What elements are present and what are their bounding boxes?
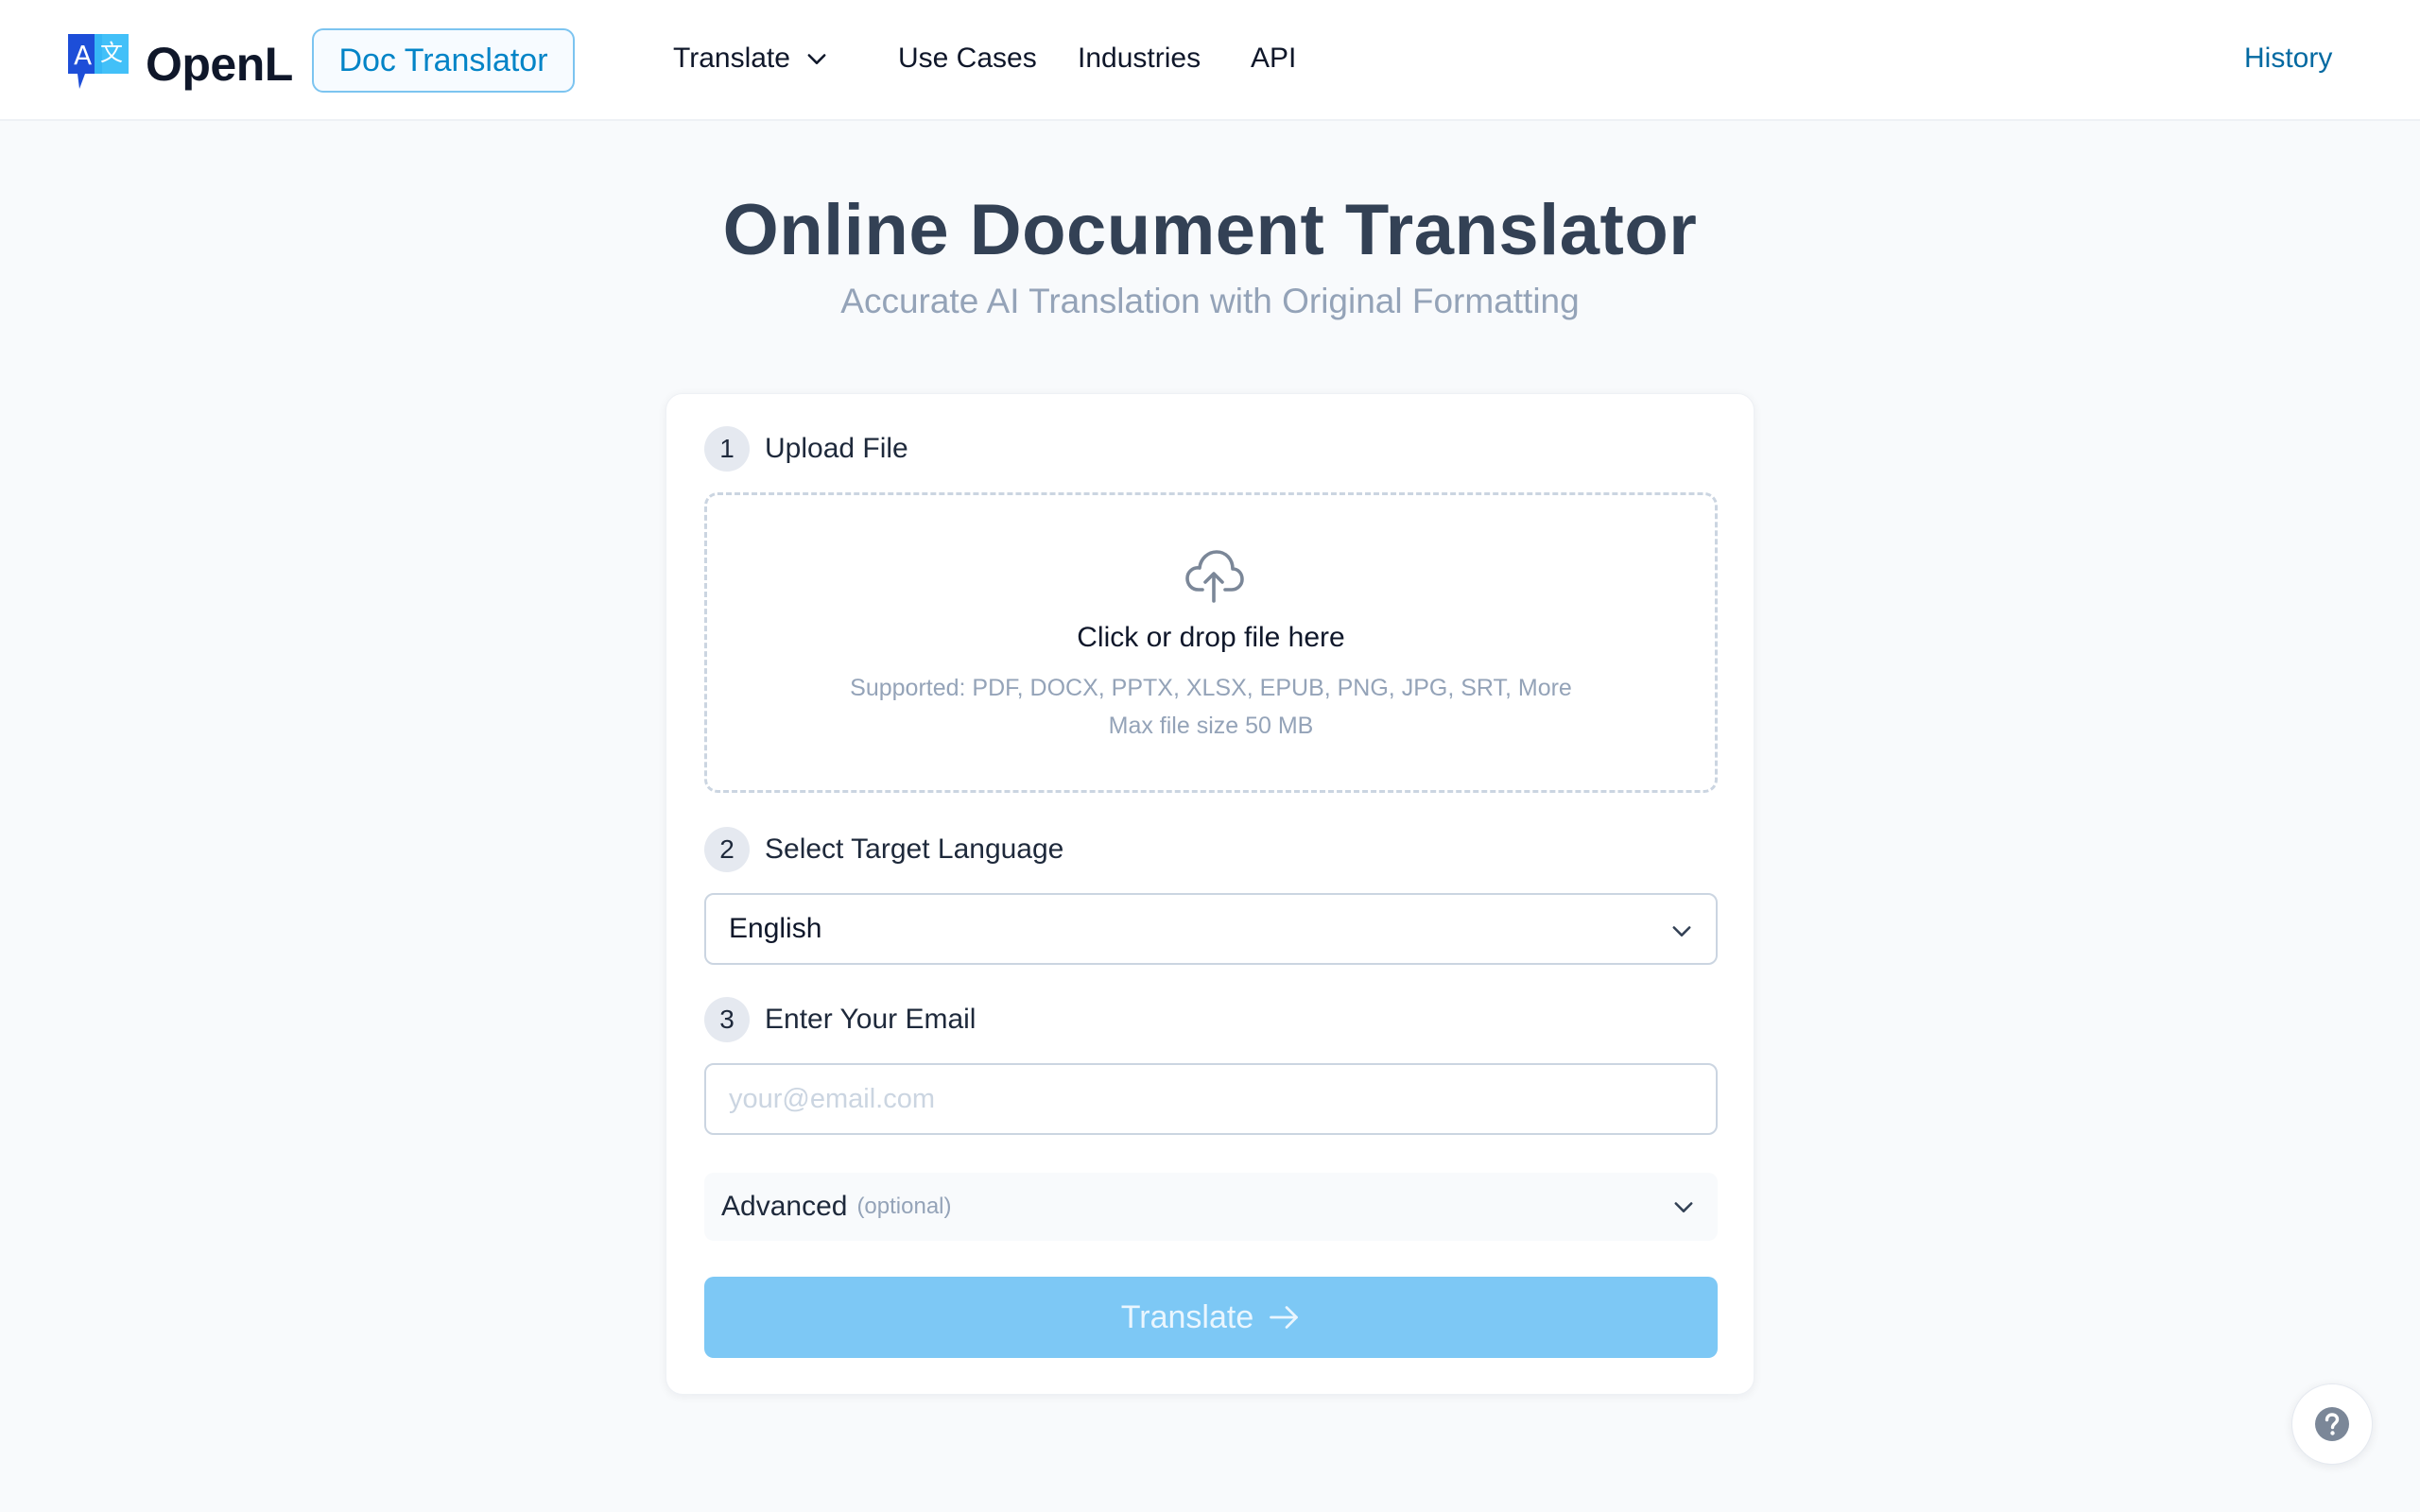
advanced-label: Advanced <box>721 1191 848 1222</box>
email-input[interactable] <box>704 1063 1718 1135</box>
logo-glyph-a: A <box>74 40 92 71</box>
advanced-optional-hint: (optional) <box>856 1194 952 1219</box>
file-dropzone[interactable]: Click or drop file here Supported: PDF, … <box>704 492 1718 793</box>
nav-use-cases[interactable]: Use Cases <box>898 0 1037 117</box>
selected-language: English <box>729 913 822 944</box>
arrow-right-icon <box>1270 1306 1299 1329</box>
chevron-down-icon <box>1672 926 1691 936</box>
cloud-upload-icon <box>1185 550 1244 603</box>
step-language: 2 Select Target Language <box>704 827 1063 872</box>
step-upload: 1 Upload File <box>704 426 908 472</box>
step-label: Select Target Language <box>765 833 1064 865</box>
nav-history[interactable]: History <box>2244 0 2332 117</box>
step-number: 2 <box>704 827 750 872</box>
page-title: Online Document Translator <box>722 190 1698 270</box>
nav-api[interactable]: API <box>1251 0 1296 117</box>
step-number: 1 <box>704 426 750 472</box>
logo-text: OpenL <box>146 38 293 91</box>
step-email: 3 Enter Your Email <box>704 997 976 1042</box>
nav-translate-label: Translate <box>673 43 790 74</box>
target-language-select[interactable]: English <box>704 893 1718 965</box>
step-label: Upload File <box>765 433 908 464</box>
nav-translate[interactable]: Translate <box>673 0 830 117</box>
translate-button[interactable]: Translate <box>704 1277 1718 1358</box>
help-button[interactable] <box>2291 1383 2373 1465</box>
logo-glyph-b: 文 <box>100 40 123 66</box>
top-header: A 文 OpenL Doc Translator Translate Use C… <box>0 0 2420 121</box>
logo[interactable]: A 文 OpenL <box>66 32 293 96</box>
doc-translator-badge[interactable]: Doc Translator <box>312 28 575 93</box>
nav-industries[interactable]: Industries <box>1078 0 1201 117</box>
translate-button-label: Translate <box>1120 1298 1254 1335</box>
step-label: Enter Your Email <box>765 1004 977 1035</box>
question-icon <box>2315 1407 2349 1441</box>
dropzone-supported-formats: Supported: PDF, DOCX, PPTX, XLSX, EPUB, … <box>850 675 1572 701</box>
dropzone-title: Click or drop file here <box>1077 622 1345 653</box>
translate-bubble-icon: A 文 <box>68 34 129 89</box>
dropzone-max-size: Max file size 50 MB <box>1108 713 1314 739</box>
step-number: 3 <box>704 997 750 1042</box>
chevron-down-icon <box>1674 1202 1693 1212</box>
translate-form-card: 1 Upload File Click or drop file here Su… <box>666 393 1754 1395</box>
advanced-options-toggle[interactable]: Advanced (optional) <box>704 1173 1718 1241</box>
chevron-down-icon <box>807 54 826 64</box>
page-subtitle: Accurate AI Translation with Original Fo… <box>840 282 1580 320</box>
